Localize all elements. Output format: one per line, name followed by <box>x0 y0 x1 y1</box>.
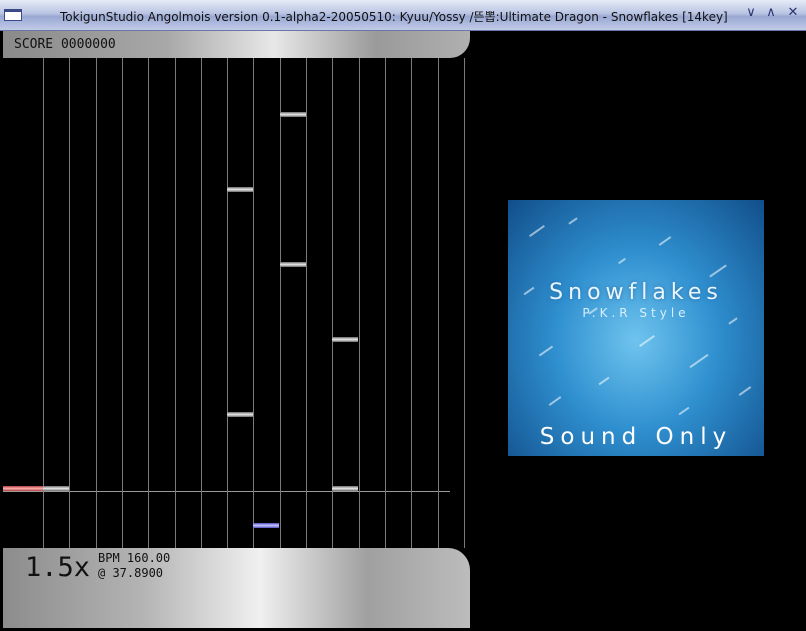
snow-streak <box>568 217 578 225</box>
measure-position: @ 37.8900 <box>98 566 164 580</box>
snow-streak <box>598 376 610 386</box>
score-bar: SCORE 0000000 <box>3 31 470 58</box>
note-gray <box>280 112 306 117</box>
lane-divider <box>69 58 70 548</box>
note-gray <box>227 412 253 417</box>
snow-streak <box>709 264 727 278</box>
lane-divider <box>227 58 228 548</box>
lane-divider <box>96 58 97 548</box>
lane-divider <box>411 58 412 548</box>
album-art: Snowflakes P.K.R Style Sound Only <box>508 200 764 456</box>
snow-streak <box>658 236 672 246</box>
bpm-value: BPM 160.00 <box>98 551 171 565</box>
album-subtitle: P.K.R Style <box>582 306 690 320</box>
lane-divider <box>43 58 44 548</box>
lane-divider <box>464 58 465 548</box>
lane-divider <box>359 58 360 548</box>
speed-multiplier: 1.5x <box>25 552 91 583</box>
snow-streak <box>548 396 562 406</box>
snow-streak <box>738 386 752 396</box>
note-blue <box>253 523 279 528</box>
window-title: TokigunStudio Angolmois version 0.1-alph… <box>60 10 728 24</box>
lane-divider <box>385 58 386 548</box>
note-gray <box>280 262 306 267</box>
minimize-icon[interactable]: ∨ <box>744 6 758 20</box>
lane-divider <box>148 58 149 548</box>
lane-divider <box>253 58 254 548</box>
title-bar[interactable]: TokigunStudio Angolmois version 0.1-alph… <box>0 0 806 31</box>
snow-streak <box>678 406 690 416</box>
lane-divider <box>201 58 202 548</box>
album-caption: Sound Only <box>539 424 733 450</box>
snow-streak <box>639 335 655 347</box>
lane-divider <box>306 58 307 548</box>
snow-streak <box>618 257 626 265</box>
note-playfield <box>3 58 465 548</box>
album-title: Snowflakes <box>549 280 723 305</box>
game-window: TokigunStudio Angolmois version 0.1-alph… <box>0 0 806 631</box>
status-panel: 1.5x BPM 160.00 @ 37.8900 <box>3 548 470 628</box>
lane-divider <box>122 58 123 548</box>
snow-streak <box>529 225 545 237</box>
snow-streak <box>538 345 554 357</box>
score-display: SCORE 0000000 <box>14 37 116 52</box>
note-gray <box>43 486 69 491</box>
snow-streak <box>689 353 709 369</box>
note-gray <box>332 486 358 491</box>
note-red <box>3 486 43 491</box>
bpm-readout: BPM 160.00 @ 37.8900 <box>98 551 170 581</box>
lane-divider <box>438 58 439 548</box>
lane-divider <box>175 58 176 548</box>
lane-divider <box>280 58 281 548</box>
lane-divider <box>332 58 333 548</box>
maximize-icon[interactable]: ∧ <box>764 6 778 20</box>
note-gray <box>227 187 253 192</box>
window-app-icon[interactable] <box>4 9 22 21</box>
note-gray <box>332 337 358 342</box>
close-icon[interactable]: ✕ <box>786 6 800 20</box>
